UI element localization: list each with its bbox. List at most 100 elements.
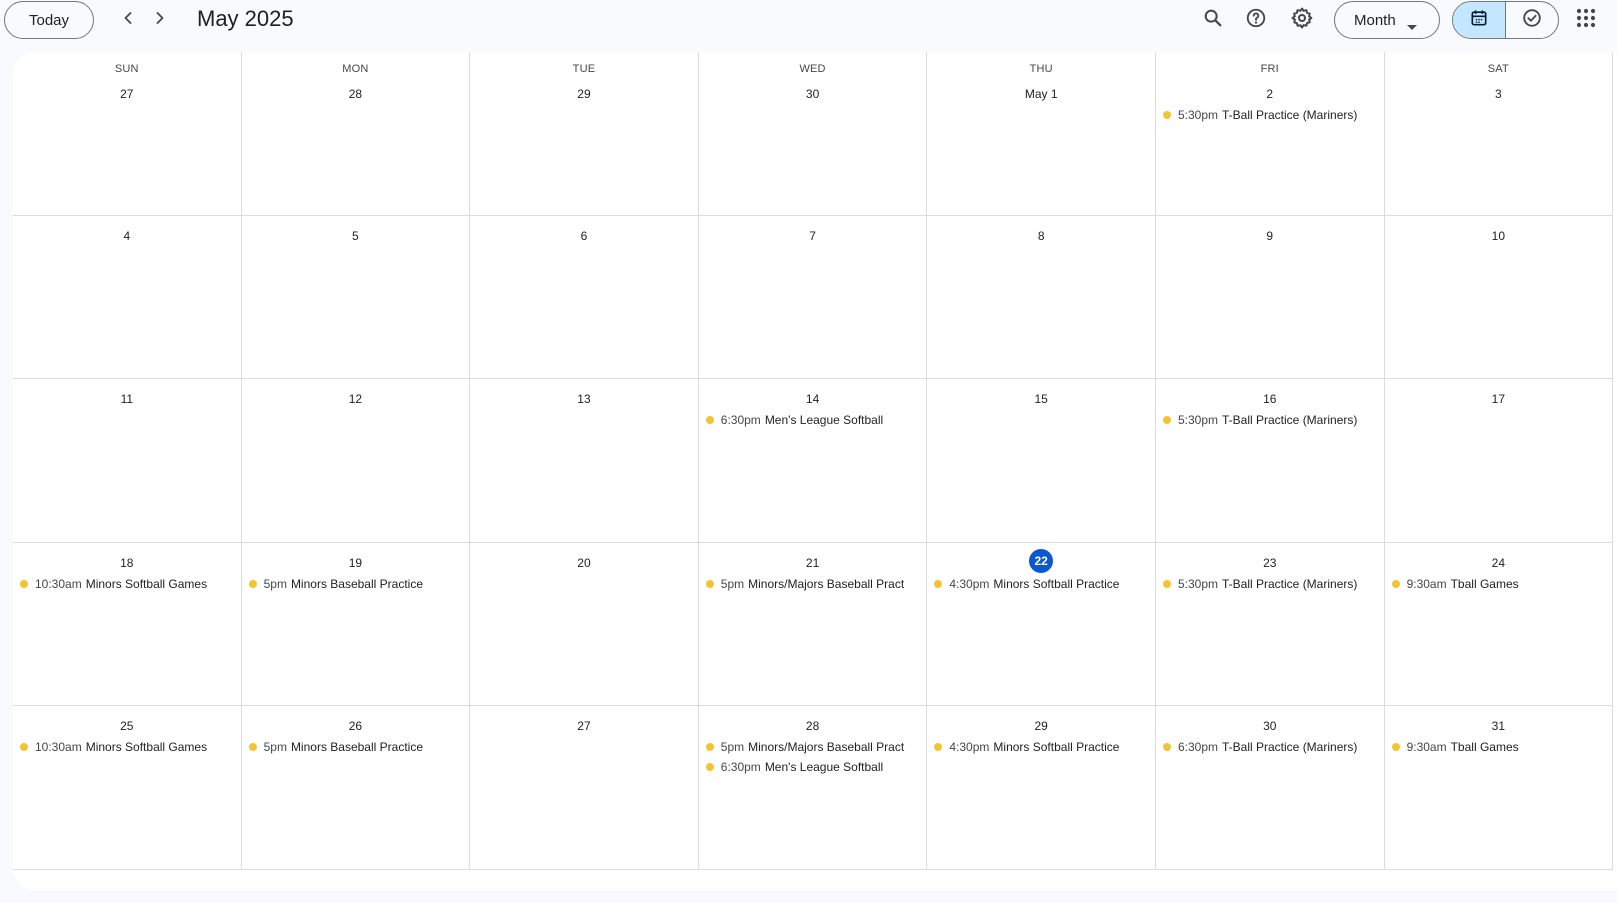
date-number[interactable]: 29	[1029, 714, 1053, 738]
date-number[interactable]: 29	[572, 82, 596, 106]
calendar-event[interactable]: 5pm Minors Baseball Practice	[248, 737, 465, 757]
day-cell[interactable]: 5	[241, 215, 471, 380]
day-cell[interactable]: SUN 27	[13, 52, 242, 216]
date-number[interactable]: 20	[572, 551, 596, 575]
calendar-event[interactable]: 5:30pm T-Ball Practice (Mariners)	[1162, 105, 1379, 125]
date-number[interactable]: 28	[801, 714, 825, 738]
day-cell[interactable]: 27	[470, 706, 699, 870]
help-button[interactable]	[1242, 6, 1270, 34]
date-number[interactable]: 9	[1258, 224, 1282, 248]
view-switcher-dropdown[interactable]: Month	[1334, 1, 1440, 39]
date-number[interactable]: 6	[572, 224, 596, 248]
date-number[interactable]: 30	[801, 82, 825, 106]
day-cell[interactable]: 15	[927, 379, 1156, 543]
calendar-event[interactable]: 9:30am Tball Games	[1391, 737, 1608, 757]
day-cell[interactable]: 23 5:30pm T-Ball Practice (Mariners)	[1155, 542, 1385, 707]
date-number[interactable]: 19	[343, 551, 367, 575]
day-cell[interactable]: 6	[470, 215, 699, 380]
event-color-dot	[705, 763, 714, 772]
day-cell[interactable]: 22 4:30pm Minors Softball Practice	[927, 542, 1156, 707]
event-time: 5pm	[720, 576, 745, 591]
calendar-event[interactable]: 5pm Minors Baseball Practice	[248, 574, 465, 594]
calendar-event[interactable]: 5pm Minors/Majors Baseball Pract	[705, 737, 922, 757]
day-cell[interactable]: 19 5pm Minors Baseball Practice	[241, 542, 471, 707]
calendar-event[interactable]: 6:30pm Men's League Softball	[705, 410, 922, 430]
date-number[interactable]: 17	[1486, 387, 1510, 411]
date-number[interactable]: 27	[572, 714, 596, 738]
date-number[interactable]: 3	[1486, 82, 1510, 106]
calendar-event[interactable]: 6:30pm T-Ball Practice (Mariners)	[1162, 737, 1379, 757]
day-cell[interactable]: 26 5pm Minors Baseball Practice	[241, 706, 471, 870]
date-number[interactable]: 8	[1029, 224, 1053, 248]
day-cell[interactable]: 30 6:30pm T-Ball Practice (Mariners)	[1155, 706, 1385, 870]
next-month-button[interactable]	[146, 6, 174, 34]
calendar-event[interactable]: 4:30pm Minors Softball Practice	[934, 574, 1150, 594]
calendar-event[interactable]: 6:30pm Men's League Softball	[705, 757, 922, 777]
calendar-event[interactable]: 10:30am Minors Softball Games	[20, 574, 236, 594]
date-number[interactable]: 7	[801, 224, 825, 248]
calendar-event[interactable]: 5pm Minors/Majors Baseball Pract	[705, 574, 922, 594]
day-cell[interactable]: 7	[698, 215, 928, 380]
date-number[interactable]: 24	[1486, 551, 1510, 575]
previous-month-button[interactable]	[114, 6, 142, 34]
tasks-view-toggle[interactable]	[1506, 2, 1558, 38]
day-cell[interactable]: 24 9:30am Tball Games	[1384, 542, 1614, 707]
calendar-view-toggle[interactable]	[1453, 2, 1506, 38]
day-cell[interactable]: 9	[1155, 215, 1385, 380]
calendar-event[interactable]: 5:30pm T-Ball Practice (Mariners)	[1162, 574, 1379, 594]
date-number[interactable]: 28	[343, 82, 367, 106]
date-number[interactable]: 4	[115, 224, 139, 248]
day-cell[interactable]: FRI 2 5:30pm T-Ball Practice (Mariners)	[1155, 52, 1385, 216]
settings-button[interactable]	[1288, 6, 1316, 34]
calendar-event[interactable]: 9:30am Tball Games	[1391, 574, 1608, 594]
date-number[interactable]: 16	[1258, 387, 1282, 411]
date-number[interactable]: 5	[343, 224, 367, 248]
day-cell[interactable]: WED 30	[698, 52, 928, 216]
calendar-event[interactable]: 10:30am Minors Softball Games	[20, 737, 236, 757]
date-number[interactable]: 13	[572, 387, 596, 411]
day-cell[interactable]: TUE 29	[470, 52, 699, 216]
day-cell[interactable]: 25 10:30am Minors Softball Games	[13, 706, 242, 870]
day-cell[interactable]: 17	[1384, 379, 1614, 543]
day-cell[interactable]: 20	[470, 542, 699, 707]
day-cell[interactable]: 16 5:30pm T-Ball Practice (Mariners)	[1155, 379, 1385, 543]
date-number[interactable]: 11	[115, 387, 139, 411]
day-cell[interactable]: 12	[241, 379, 471, 543]
day-cell[interactable]: 14 6:30pm Men's League Softball	[698, 379, 928, 543]
date-number[interactable]: 31	[1486, 714, 1510, 738]
today-button[interactable]: Today	[4, 1, 94, 39]
date-number[interactable]: May 1	[1025, 82, 1058, 106]
date-number[interactable]: 25	[115, 714, 139, 738]
date-number[interactable]: 14	[801, 387, 825, 411]
day-cell[interactable]: 18 10:30am Minors Softball Games	[13, 542, 242, 707]
event-color-dot	[248, 743, 257, 752]
day-cell[interactable]: 13	[470, 379, 699, 543]
day-cell[interactable]: 21 5pm Minors/Majors Baseball Pract	[698, 542, 928, 707]
day-cell[interactable]: 10	[1384, 215, 1614, 380]
day-cell[interactable]: 28 5pm Minors/Majors Baseball Pract 6:30pm M…	[698, 706, 928, 870]
today-date-number[interactable]: 22	[1029, 548, 1054, 573]
date-number[interactable]: 12	[343, 387, 367, 411]
day-cell[interactable]: MON 28	[241, 52, 471, 216]
date-number[interactable]: 21	[801, 551, 825, 575]
date-number[interactable]: 23	[1258, 551, 1282, 575]
date-number[interactable]: 18	[115, 551, 139, 575]
date-number[interactable]: 26	[343, 714, 367, 738]
apps-button[interactable]	[1572, 6, 1600, 34]
date-number[interactable]: 30	[1258, 714, 1282, 738]
day-cell[interactable]: 4	[13, 215, 242, 380]
search-button[interactable]	[1199, 6, 1227, 34]
day-cell[interactable]: 31 9:30am Tball Games	[1384, 706, 1614, 870]
day-cell[interactable]: THU May 1	[927, 52, 1156, 216]
day-cell[interactable]: 29 4:30pm Minors Softball Practice	[927, 706, 1156, 870]
day-cell[interactable]: SAT 3	[1384, 52, 1614, 216]
date-number[interactable]: 2	[1258, 82, 1282, 106]
date-number[interactable]: 10	[1486, 224, 1510, 248]
day-cell[interactable]: 11	[13, 379, 242, 543]
date-number[interactable]: 27	[115, 82, 139, 106]
calendar-event[interactable]: 4:30pm Minors Softball Practice	[934, 737, 1150, 757]
event-color-dot	[1391, 743, 1400, 752]
date-number[interactable]: 15	[1029, 387, 1053, 411]
calendar-event[interactable]: 5:30pm T-Ball Practice (Mariners)	[1162, 410, 1379, 430]
day-cell[interactable]: 8	[927, 215, 1156, 380]
